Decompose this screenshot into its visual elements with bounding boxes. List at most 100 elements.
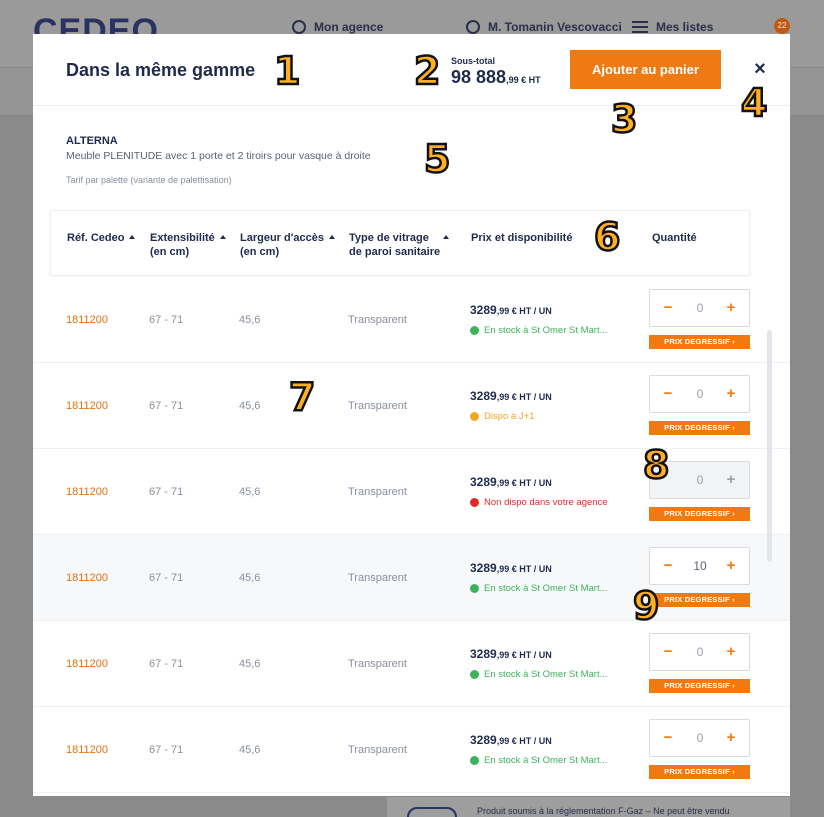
header-larg-label: Largeur d'accès xyxy=(240,232,324,244)
access-width-value: 45,6 xyxy=(239,744,261,756)
price-small: ,99 € HT / UN xyxy=(496,564,552,574)
quantity-input[interactable]: 0 xyxy=(680,301,720,315)
sort-icon[interactable] xyxy=(328,235,335,239)
subtotal-small: ,99 € HT xyxy=(506,75,541,85)
price-main: 3289 xyxy=(470,475,497,489)
quantity-stepper: − 0 + xyxy=(649,719,750,757)
price-small: ,99 € HT / UN xyxy=(496,392,552,402)
glazing-value: Transparent xyxy=(348,314,407,326)
header-ref[interactable]: Réf. Cedeo xyxy=(67,231,136,245)
status-dot-icon xyxy=(470,670,479,679)
access-width-value: 45,6 xyxy=(239,486,261,498)
nav-label: Mon agence xyxy=(314,20,384,34)
ref-link[interactable]: 1811200 xyxy=(66,314,108,326)
availability: En stock à St Omer St Mart... xyxy=(470,755,608,766)
minus-icon[interactable]: − xyxy=(658,642,678,662)
plus-icon[interactable]: + xyxy=(721,556,741,576)
nav-label: M. Tomanin Vescovacci xyxy=(488,20,622,34)
quantity-stepper: − 0 + xyxy=(649,289,750,327)
quantity-input: 0 xyxy=(696,473,704,487)
annotation-8: 8 xyxy=(642,443,671,487)
plus-icon: + xyxy=(726,471,736,488)
minus-icon[interactable]: − xyxy=(658,728,678,748)
annotation-1: 1 xyxy=(273,49,302,93)
plus-icon[interactable]: + xyxy=(721,384,741,404)
sort-icon[interactable] xyxy=(219,235,226,239)
prix-degressif-button[interactable]: PRIX DEGRESSIF › xyxy=(649,679,750,693)
glazing-value: Transparent xyxy=(348,744,407,756)
quantity-input[interactable]: 0 xyxy=(680,387,720,401)
status-dot-icon xyxy=(470,756,479,765)
nav-mon-agence[interactable]: Mon agence xyxy=(292,20,383,34)
header-price-availability: Prix et disponibilité xyxy=(471,232,573,244)
status-dot-icon xyxy=(470,326,479,335)
availability: Dispo à J+1 xyxy=(470,411,534,422)
header-extensibility[interactable]: Extensibilité (en cm) xyxy=(150,231,226,259)
header-vit-label-2: de paroi sanitaire xyxy=(349,246,441,258)
ref-link[interactable]: 1811200 xyxy=(66,400,108,412)
scrollbar[interactable] xyxy=(767,330,772,562)
unit-price: 3289,99 € HT / UN xyxy=(470,647,552,661)
annotation-3: 3 xyxy=(610,97,639,141)
availability-text: En stock à St Omer St Mart... xyxy=(484,583,608,594)
annotation-6: 6 xyxy=(593,215,622,259)
table-row: 1811200 67 - 71 45,6 Transparent 3289,99… xyxy=(33,621,790,707)
price-main: 3289 xyxy=(470,389,497,403)
status-dot-icon xyxy=(470,498,479,507)
prix-degressif-button[interactable]: PRIX DEGRESSIF › xyxy=(649,421,750,435)
quantity-stepper: − 0 + xyxy=(649,633,750,671)
prix-degressif-button[interactable]: PRIX DEGRESSIF › xyxy=(649,765,750,779)
availability-text: Non dispo dans votre agence xyxy=(484,497,608,508)
annotation-4: 4 xyxy=(740,81,769,125)
header-glazing-type[interactable]: Type de vitrage de paroi sanitaire xyxy=(349,231,449,259)
quantity-stepper: − 10 + xyxy=(649,547,750,585)
ref-link[interactable]: 1811200 xyxy=(66,486,108,498)
glazing-value: Transparent xyxy=(348,572,407,584)
annotation-7: 7 xyxy=(288,375,317,419)
unit-price: 3289,99 € HT / UN xyxy=(470,389,552,403)
background-fgaz-note: Produit soumis à la réglementation F-Gaz… xyxy=(387,797,790,817)
nav-label: Mes listes xyxy=(656,20,714,34)
unit-price: 3289,99 € HT / UN xyxy=(470,733,552,747)
availability: En stock à St Omer St Mart... xyxy=(470,583,608,594)
access-width-value: 45,6 xyxy=(239,400,261,412)
nav-user-account[interactable]: M. Tomanin Vescovacci xyxy=(466,20,622,34)
product-brand: ALTERNA xyxy=(66,135,118,147)
quantity-input[interactable]: 0 xyxy=(680,645,720,659)
annotation-2: 2 xyxy=(413,49,442,93)
quantity-input[interactable]: 10 xyxy=(680,559,720,573)
product-description: Meuble PLENITUDE avec 1 porte et 2 tiroi… xyxy=(66,150,371,162)
plus-icon[interactable]: + xyxy=(721,728,741,748)
plus-icon[interactable]: + xyxy=(721,642,741,662)
minus-icon[interactable]: − xyxy=(658,556,678,576)
modal-header: Dans la même gamme Sous-total 98 888,99 … xyxy=(33,34,790,106)
subtotal-main: 98 888 xyxy=(451,67,507,87)
ref-link[interactable]: 1811200 xyxy=(66,744,108,756)
price-main: 3289 xyxy=(470,647,497,661)
sort-icon[interactable] xyxy=(442,235,449,239)
header-access-width[interactable]: Largeur d'accès (en cm) xyxy=(240,231,335,259)
ref-link[interactable]: 1811200 xyxy=(66,658,108,670)
availability-text: Dispo à J+1 xyxy=(484,411,535,422)
sort-icon[interactable] xyxy=(129,235,136,239)
availability-text: En stock à St Omer St Mart... xyxy=(484,755,608,766)
ref-link[interactable]: 1811200 xyxy=(66,572,108,584)
extensibility-value: 67 - 71 xyxy=(149,572,184,584)
prix-degressif-button[interactable]: PRIX DEGRESSIF › xyxy=(649,593,750,607)
availability: En stock à St Omer St Mart... xyxy=(470,669,608,680)
quantity-input[interactable]: 0 xyxy=(680,731,720,745)
minus-icon[interactable]: − xyxy=(658,384,678,404)
table-row: 1811200 67 - 71 45,6 Transparent 3289,99… xyxy=(33,707,790,793)
add-to-cart-button[interactable]: Ajouter au panier xyxy=(570,50,721,89)
price-main: 3289 xyxy=(470,561,497,575)
cart-count-badge[interactable]: 22 xyxy=(774,18,790,34)
status-dot-icon xyxy=(470,584,479,593)
prix-degressif-button[interactable]: PRIX DEGRESSIF › xyxy=(649,335,750,349)
plus-icon[interactable]: + xyxy=(721,298,741,318)
minus-icon[interactable]: − xyxy=(658,298,678,318)
prix-degressif-button[interactable]: PRIX DEGRESSIF › xyxy=(649,507,750,521)
same-range-modal: Dans la même gamme Sous-total 98 888,99 … xyxy=(33,34,790,796)
header-quantity: Quantité xyxy=(652,232,697,244)
nav-mes-listes[interactable]: Mes listes xyxy=(632,20,713,34)
close-icon[interactable]: × xyxy=(749,58,771,80)
